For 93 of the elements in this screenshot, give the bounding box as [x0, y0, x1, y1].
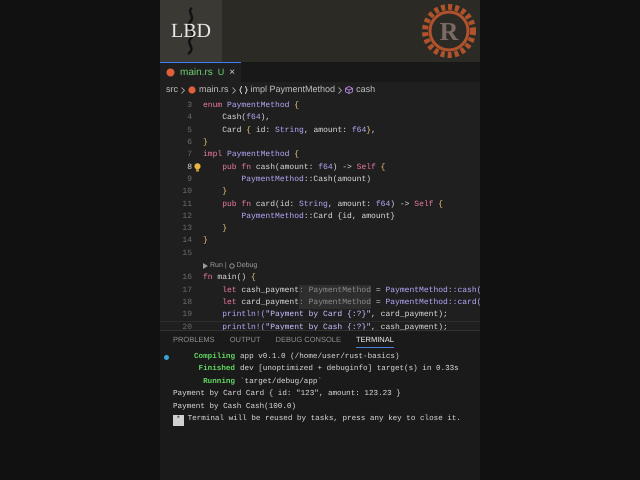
- channel-logo: LBD: [160, 0, 222, 62]
- line-number: 4: [186, 112, 192, 124]
- code-token: ) ->: [390, 198, 410, 211]
- code-token: }: [203, 235, 208, 248]
- breadcrumb-item[interactable]: src: [166, 83, 178, 97]
- code-token: ),: [260, 112, 270, 124]
- line-number: 18: [181, 296, 192, 309]
- code-token: {: [246, 124, 252, 137]
- line-number: 15: [181, 248, 192, 260]
- breadcrumb-item[interactable]: impl PaymentMethod: [250, 83, 336, 97]
- code-token: =: [374, 296, 382, 309]
- code-token: {: [438, 198, 444, 211]
- line-number: 10: [181, 186, 192, 198]
- code-token: PaymentMethod: [227, 100, 290, 112]
- code-token: main(): [217, 272, 248, 284]
- code-token: PaymentMethod::card(: [385, 296, 482, 309]
- code-token: let: [221, 296, 238, 309]
- code-token: impl: [203, 149, 224, 162]
- code-token: {: [294, 100, 300, 112]
- code-token: Self: [356, 162, 377, 174]
- line-number: 8: [186, 162, 192, 174]
- type-hint: : PaymentMethod: [299, 284, 372, 297]
- code-token: card_payment: [241, 296, 300, 309]
- close-icon[interactable]: ×: [229, 65, 236, 80]
- line-number: 13: [181, 223, 192, 236]
- code-token: }: [221, 186, 228, 198]
- code-token: }: [221, 223, 228, 236]
- line-number: 19: [181, 309, 192, 322]
- code-token: card(id:: [256, 198, 296, 211]
- line-number: 20: [181, 322, 192, 334]
- rust-file-icon: [188, 86, 196, 94]
- line-number: 12: [181, 210, 192, 223]
- code-token: PaymentMethod: [240, 174, 304, 186]
- code-token: Card: [221, 124, 242, 137]
- chevron-icon: [181, 86, 185, 94]
- code-token: enum: [203, 100, 224, 112]
- line-number: 17: [181, 284, 192, 297]
- type-hint: : PaymentMethod: [299, 296, 372, 309]
- code-token: ::Cash(amount): [304, 174, 372, 186]
- code-token: let: [221, 284, 238, 297]
- line-number: 11: [181, 198, 192, 211]
- code-token: Self: [414, 198, 434, 211]
- line-number: 16: [181, 272, 192, 284]
- code-token: cash_payment: [241, 284, 300, 297]
- code-token: {: [380, 162, 386, 174]
- play-icon: [203, 263, 208, 269]
- code-token: fn: [203, 272, 214, 284]
- code-token: Cash(: [221, 112, 246, 124]
- code-token: }: [203, 137, 208, 150]
- code-token: String: [299, 198, 328, 211]
- code-token: f64: [318, 162, 333, 174]
- code-token: f64: [376, 198, 390, 211]
- code-token: ::Card {id, amount}: [304, 210, 396, 223]
- line-number: 14: [181, 235, 192, 248]
- line-number: 5: [186, 124, 192, 137]
- code-token: PaymentMethod: [240, 210, 304, 223]
- code-token: }: [366, 124, 372, 137]
- git-status: U: [218, 66, 224, 79]
- chevron-icon: [338, 86, 342, 94]
- code-token: {: [294, 149, 300, 162]
- code-token: "Payment by Card {:?}": [265, 309, 372, 322]
- code-token: , amount:: [328, 198, 372, 211]
- line-number: 7: [186, 149, 192, 162]
- circle-icon: [228, 263, 235, 269]
- code-token: cash(amount:: [256, 162, 314, 174]
- code-token: PaymentMethod::cash(: [385, 284, 482, 297]
- cube-icon: [345, 86, 354, 94]
- code-token: {: [251, 272, 256, 284]
- code-token: ) ->: [332, 162, 353, 174]
- code-token: f64: [246, 112, 261, 124]
- breadcrumb-item[interactable]: cash: [356, 83, 376, 97]
- code-token: , amount:: [304, 124, 348, 137]
- code-token: pub fn: [221, 162, 252, 174]
- code-token: PaymentMethod: [227, 149, 290, 162]
- code-token: pub fn: [221, 198, 252, 211]
- code-token: f64: [352, 124, 366, 137]
- rust-logo: R: [420, 2, 478, 60]
- breadcrumb-item[interactable]: main.rs: [199, 83, 229, 97]
- code-token: =: [374, 284, 382, 297]
- code-token: println!(: [221, 309, 266, 322]
- lightbulb-icon[interactable]: [194, 163, 201, 172]
- line-number: 6: [186, 137, 192, 150]
- code-token: String: [275, 124, 304, 137]
- rust-file-icon: [166, 68, 175, 77]
- line-number: 3: [186, 100, 192, 112]
- chevron-icon: [232, 86, 236, 94]
- code-token: , card_payment);: [371, 309, 448, 322]
- code-token: println!(: [221, 322, 266, 334]
- braces-icon: [238, 86, 248, 94]
- code-token: id:: [254, 124, 272, 137]
- editor-tab[interactable]: main.rs U ×: [160, 62, 242, 82]
- code-token: ,: [371, 124, 376, 137]
- line-number: 9: [186, 174, 192, 186]
